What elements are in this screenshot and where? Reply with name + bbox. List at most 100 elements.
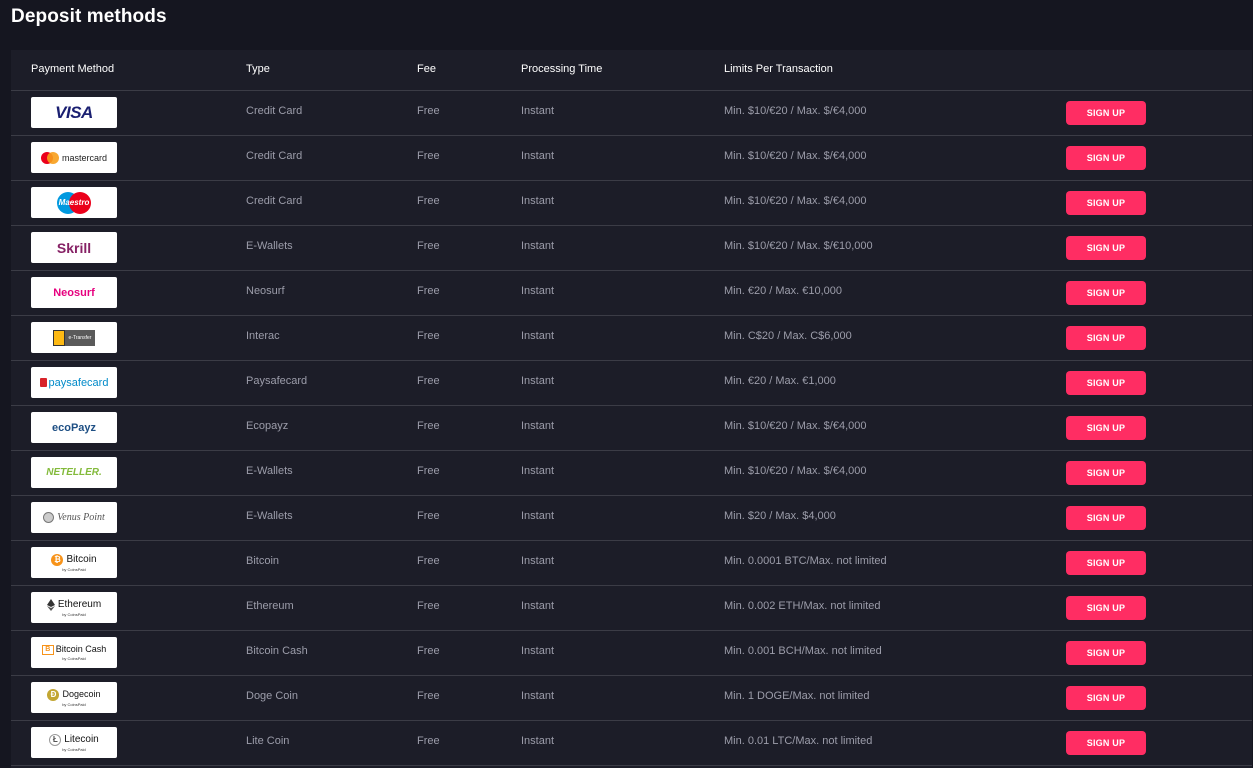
processing-cell: Instant: [521, 465, 555, 477]
bitcoin-cash-icon: B: [41, 644, 54, 655]
table-row: Ethereum by CoinsPaid Ethereum Free Inst…: [11, 586, 1252, 631]
table-row: NETELLER. E-Wallets Free Instant Min. $1…: [11, 451, 1252, 496]
bitcoin-icon: ₿: [51, 553, 64, 566]
maestro-logo: Maestro: [31, 187, 117, 218]
limits-cell: Min. $10/€20 / Max. $/€4,000: [724, 195, 867, 207]
venus-point-emblem-icon: [43, 512, 55, 523]
processing-cell: Instant: [521, 240, 555, 252]
processing-cell: Instant: [521, 150, 555, 162]
type-cell: Credit Card: [246, 150, 303, 162]
table-row: VISA Credit Card Free Instant Min. $10/€…: [11, 91, 1252, 136]
header-payment-method: Payment Method: [31, 63, 115, 75]
mastercard-circles-icon: [40, 151, 59, 164]
table-row: Ł Litecoin by CoinsPaid Lite Coin Free I…: [11, 721, 1252, 766]
paysafecard-logo: paysafecard: [31, 367, 117, 398]
interac-badge-icon: [52, 329, 65, 346]
ecopayz-logo: ecoPayz: [31, 412, 117, 443]
neosurf-logo: Neosurf: [31, 277, 117, 308]
fee-cell: Free: [417, 285, 440, 297]
type-cell: Paysafecard: [246, 375, 308, 387]
limits-cell: Min. 0.002 ETH/Max. not limited: [724, 600, 881, 612]
sign-up-button[interactable]: SIGN UP: [1066, 146, 1146, 170]
sign-up-button[interactable]: SIGN UP: [1066, 596, 1146, 620]
fee-cell: Free: [417, 330, 440, 342]
sign-up-button[interactable]: SIGN UP: [1066, 641, 1146, 665]
table-row: B Bitcoin Cash by CoinsPaid Bitcoin Cash…: [11, 631, 1252, 676]
table-row: Neosurf Neosurf Free Instant Min. €20 / …: [11, 271, 1252, 316]
lock-icon: [39, 378, 47, 387]
type-cell: Doge Coin: [246, 690, 298, 702]
table-row: mastercard Credit Card Free Instant Min.…: [11, 136, 1252, 181]
type-cell: Ecopayz: [246, 420, 289, 432]
processing-cell: Instant: [521, 690, 555, 702]
neteller-logo: NETELLER.: [31, 457, 117, 488]
sign-up-button[interactable]: SIGN UP: [1066, 191, 1146, 215]
ethereum-logo: Ethereum by CoinsPaid: [31, 592, 117, 623]
sign-up-button[interactable]: SIGN UP: [1066, 416, 1146, 440]
limits-cell: Min. 0.01 LTC/Max. not limited: [724, 735, 873, 747]
processing-cell: Instant: [521, 735, 555, 747]
sign-up-button[interactable]: SIGN UP: [1066, 686, 1146, 710]
ethereum-icon: [46, 598, 55, 611]
bitcoin-cash-logo: B Bitcoin Cash by CoinsPaid: [31, 637, 117, 668]
limits-cell: Min. €20 / Max. €10,000: [724, 285, 843, 297]
sign-up-button[interactable]: SIGN UP: [1066, 326, 1146, 350]
fee-cell: Free: [417, 240, 440, 252]
table-header: Payment Method Type Fee Processing Time …: [11, 50, 1252, 91]
sign-up-button[interactable]: SIGN UP: [1066, 551, 1146, 575]
table-row: paysafecard Paysafecard Free Instant Min…: [11, 361, 1252, 406]
fee-cell: Free: [417, 600, 440, 612]
fee-cell: Free: [417, 195, 440, 207]
sign-up-button[interactable]: SIGN UP: [1066, 731, 1146, 755]
type-cell: Neosurf: [246, 285, 285, 297]
sign-up-button[interactable]: SIGN UP: [1066, 461, 1146, 485]
limits-cell: Min. $10/€20 / Max. $/€4,000: [724, 105, 867, 117]
type-cell: Interac: [246, 330, 280, 342]
fee-cell: Free: [417, 735, 440, 747]
limits-cell: Min. $10/€20 / Max. $/€4,000: [724, 465, 867, 477]
type-cell: Bitcoin Cash: [246, 645, 308, 657]
dogecoin-icon: Ð: [47, 688, 60, 701]
litecoin-logo: Ł Litecoin by CoinsPaid: [31, 727, 117, 758]
litecoin-icon: Ł: [49, 733, 62, 746]
limits-cell: Min. $10/€20 / Max. $/€4,000: [724, 150, 867, 162]
limits-cell: Min. $10/€20 / Max. $/€4,000: [724, 420, 867, 432]
table-row: e-Transfer Interac Free Instant Min. C$2…: [11, 316, 1252, 361]
header-processing-time: Processing Time: [521, 63, 603, 75]
sign-up-button[interactable]: SIGN UP: [1066, 506, 1146, 530]
processing-cell: Instant: [521, 330, 555, 342]
fee-cell: Free: [417, 105, 440, 117]
fee-cell: Free: [417, 465, 440, 477]
limits-cell: Min. $20 / Max. $4,000: [724, 510, 836, 522]
type-cell: E-Wallets: [246, 240, 293, 252]
processing-cell: Instant: [521, 645, 555, 657]
processing-cell: Instant: [521, 600, 555, 612]
bitcoin-logo: ₿ Bitcoin by CoinsPaid: [31, 547, 117, 578]
processing-cell: Instant: [521, 105, 555, 117]
type-cell: E-Wallets: [246, 510, 293, 522]
interac-logo: e-Transfer: [31, 322, 117, 353]
table-row: Maestro Credit Card Free Instant Min. $1…: [11, 181, 1252, 226]
fee-cell: Free: [417, 555, 440, 567]
type-cell: Lite Coin: [246, 735, 290, 747]
processing-cell: Instant: [521, 195, 555, 207]
sign-up-button[interactable]: SIGN UP: [1066, 236, 1146, 260]
table-row: Skrill E-Wallets Free Instant Min. $10/€…: [11, 226, 1252, 271]
limits-cell: Min. €20 / Max. €1,000: [724, 375, 836, 387]
sign-up-button[interactable]: SIGN UP: [1066, 101, 1146, 125]
limits-cell: Min. 0.001 BCH/Max. not limited: [724, 645, 882, 657]
fee-cell: Free: [417, 150, 440, 162]
table-row: ecoPayz Ecopayz Free Instant Min. $10/€2…: [11, 406, 1252, 451]
sign-up-button[interactable]: SIGN UP: [1066, 281, 1146, 305]
limits-cell: Min. $10/€20 / Max. $/€10,000: [724, 240, 873, 252]
venus-point-logo: Venus Point: [31, 502, 117, 533]
header-fee: Fee: [417, 63, 436, 75]
table-row: Ð Dogecoin by CoinsPaid Doge Coin Free I…: [11, 676, 1252, 721]
processing-cell: Instant: [521, 510, 555, 522]
type-cell: Bitcoin: [246, 555, 280, 567]
limits-cell: Min. C$20 / Max. C$6,000: [724, 330, 852, 342]
deposit-methods-table: Payment Method Type Fee Processing Time …: [11, 50, 1252, 768]
type-cell: E-Wallets: [246, 465, 293, 477]
processing-cell: Instant: [521, 375, 555, 387]
sign-up-button[interactable]: SIGN UP: [1066, 371, 1146, 395]
